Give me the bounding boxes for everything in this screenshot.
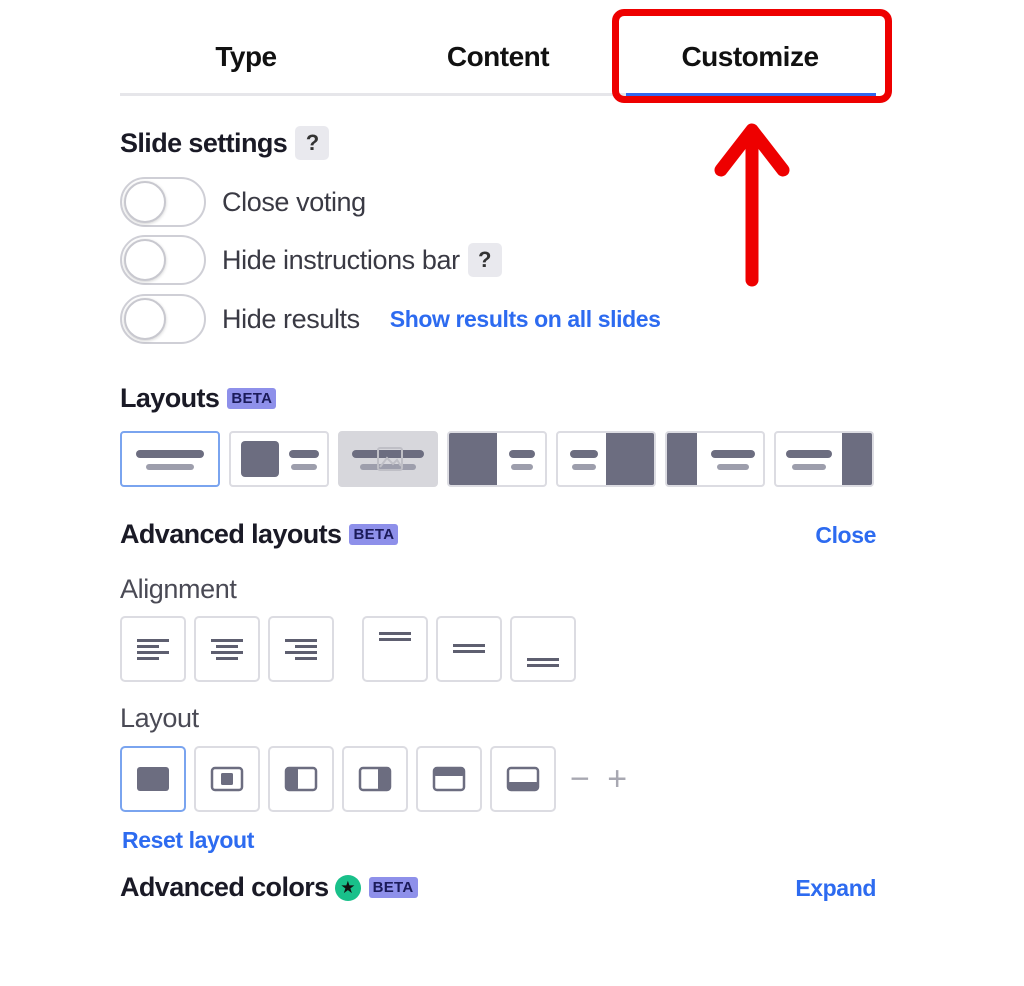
image-block — [842, 433, 872, 485]
hide-results-label: Hide results — [222, 303, 360, 334]
slide-settings-heading: Slide settings ? — [120, 126, 330, 160]
layout-options — [120, 431, 883, 489]
text-line — [511, 464, 533, 470]
help-icon[interactable]: ? — [467, 243, 502, 277]
text-line — [792, 464, 826, 470]
layout-left-panel-icon — [284, 766, 318, 792]
align-left-icon — [137, 639, 169, 660]
annotation-arrow-icon — [714, 123, 790, 287]
close-advanced-layouts-link[interactable]: Close — [815, 522, 876, 549]
expand-advanced-colors-link[interactable]: Expand — [795, 875, 876, 902]
layout-centered-button[interactable] — [194, 746, 260, 812]
close-voting-toggle[interactable] — [120, 177, 206, 227]
advanced-colors-title: Advanced colors — [120, 872, 329, 902]
layout-bottom-panel-icon — [506, 766, 540, 792]
layout-option-image-right-full[interactable] — [774, 431, 874, 487]
image-block — [606, 433, 654, 485]
text-line — [570, 450, 598, 458]
advanced-layouts-title: Advanced layouts — [120, 519, 342, 549]
layout-top-panel-icon — [432, 766, 466, 792]
hide-instructions-label: Hide instructions bar — [222, 244, 460, 275]
toggle-knob — [124, 239, 166, 281]
align-left-button[interactable] — [120, 616, 186, 682]
layout-centered-icon — [210, 766, 244, 792]
layout-right-panel-button[interactable] — [342, 746, 408, 812]
layout-left-panel-button[interactable] — [268, 746, 334, 812]
toggle-row-close-voting: Close voting — [120, 175, 366, 229]
image-block — [667, 433, 697, 485]
align-center-icon — [211, 639, 243, 660]
help-icon[interactable]: ? — [295, 126, 330, 160]
align-right-icon — [285, 639, 317, 660]
layouts-heading: Layouts BETA — [120, 383, 277, 414]
tab-content[interactable]: Content — [372, 20, 624, 93]
close-voting-label: Close voting — [222, 186, 366, 217]
align-middle-icon — [453, 644, 485, 653]
layout-bottom-panel-button[interactable] — [490, 746, 556, 812]
reset-layout-link[interactable]: Reset layout — [122, 827, 254, 854]
advanced-layouts-heading: Advanced layouts BETA — [120, 519, 399, 550]
text-line — [717, 464, 749, 470]
text-line — [786, 450, 832, 458]
layout-right-panel-icon — [358, 766, 392, 792]
text-line — [291, 464, 317, 470]
toggle-row-hide-results: Hide results Show results on all slides — [120, 292, 661, 346]
align-top-button[interactable] — [362, 616, 428, 682]
layout-option-image-left[interactable] — [447, 431, 547, 487]
premium-star-icon: ★ — [334, 874, 361, 901]
layout-full-button[interactable] — [120, 746, 186, 812]
layout-top-panel-button[interactable] — [416, 746, 482, 812]
layout-option-image-background[interactable] — [338, 431, 438, 487]
text-line — [711, 450, 755, 458]
layouts-title: Layouts — [120, 383, 220, 413]
slide-settings-title: Slide settings — [120, 127, 288, 158]
align-center-button[interactable] — [194, 616, 260, 682]
show-results-all-slides-link[interactable]: Show results on all slides — [390, 306, 661, 333]
advanced-colors-heading: Advanced colors ★ BETA — [120, 872, 418, 903]
alignment-label: Alignment — [120, 574, 237, 604]
text-line — [146, 464, 194, 470]
layout-option-image-left-full[interactable] — [665, 431, 765, 487]
align-middle-button[interactable] — [436, 616, 502, 682]
text-line — [136, 450, 204, 458]
toggle-knob — [124, 181, 166, 223]
align-bottom-icon — [527, 658, 559, 667]
toggle-knob — [124, 298, 166, 340]
image-block — [241, 441, 279, 477]
toggle-row-hide-instructions: Hide instructions bar ? — [120, 233, 502, 287]
resize-minus-plus-control[interactable]: − + — [570, 760, 631, 799]
text-line — [572, 464, 596, 470]
layout-label: Layout — [120, 703, 199, 733]
annotation-highlight-box — [612, 9, 892, 103]
beta-badge: BETA — [349, 524, 399, 545]
image-placeholder-icon — [377, 447, 403, 471]
hide-results-toggle[interactable] — [120, 294, 206, 344]
align-top-icon — [379, 632, 411, 641]
layout-full-icon — [137, 767, 169, 791]
layout-option-image-right[interactable] — [556, 431, 656, 487]
tab-type[interactable]: Type — [120, 20, 372, 93]
beta-badge: BETA — [227, 388, 277, 409]
layout-option-image-left-small[interactable] — [229, 431, 329, 487]
text-line — [509, 450, 535, 458]
beta-badge: BETA — [368, 877, 418, 898]
image-block — [449, 433, 497, 485]
hide-instructions-toggle[interactable] — [120, 235, 206, 285]
text-line — [289, 450, 319, 458]
align-right-button[interactable] — [268, 616, 334, 682]
layout-option-text-only[interactable] — [120, 431, 220, 487]
align-bottom-button[interactable] — [510, 616, 576, 682]
